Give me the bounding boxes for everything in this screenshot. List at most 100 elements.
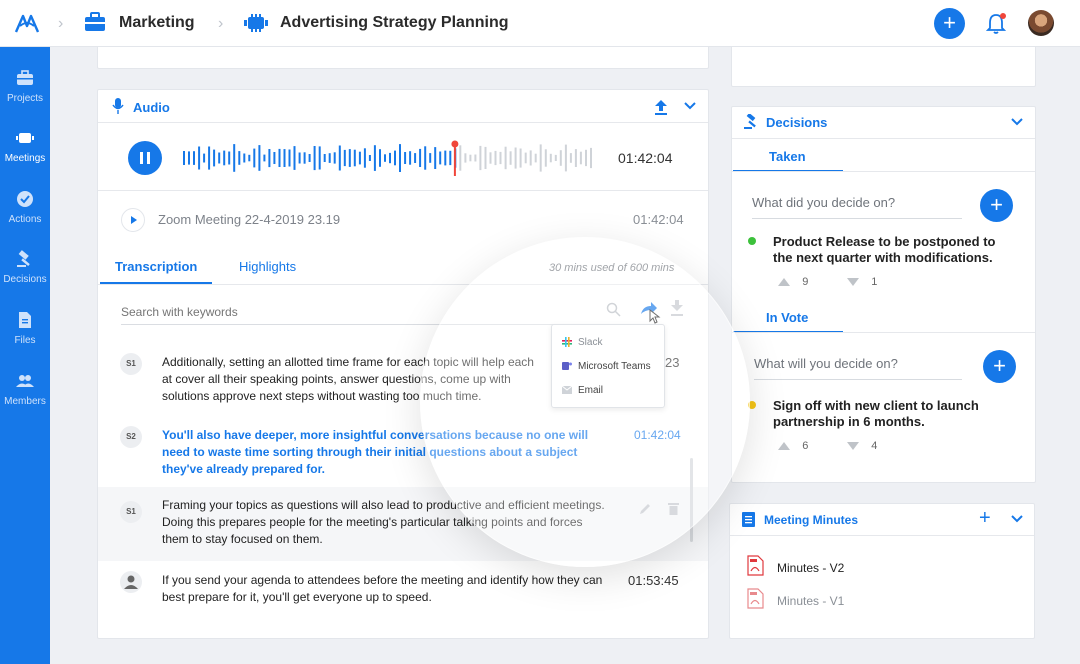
sidebar-item-files[interactable]: Files	[0, 311, 50, 346]
audio-title: Audio	[133, 100, 170, 115]
upload-icon[interactable]	[654, 99, 668, 115]
sidebar-item-members[interactable]: Members	[0, 372, 50, 407]
delete-icon[interactable]	[668, 502, 679, 515]
app-logo-icon[interactable]	[14, 12, 40, 36]
status-dot	[748, 237, 756, 245]
waveform-bar	[489, 152, 492, 164]
waveform-bar	[333, 152, 336, 164]
download-icon[interactable]	[670, 300, 684, 316]
playhead-line[interactable]	[453, 144, 456, 176]
waveform-bar	[554, 154, 557, 161]
waveform-bar	[539, 144, 542, 172]
waveform-bar	[248, 154, 251, 162]
recording-name[interactable]: Zoom Meeting 22-4-2019 23.19	[158, 212, 340, 227]
waveform-bar	[183, 151, 185, 165]
waveform-bar	[439, 151, 442, 165]
microsoft-teams-icon	[562, 362, 572, 370]
waveform-bar	[499, 151, 502, 165]
waveform-bar	[399, 144, 401, 172]
transcript-time[interactable]: 01:42:04	[634, 428, 681, 442]
waveform-bar	[459, 145, 462, 171]
speaker-badge: S2	[120, 426, 142, 448]
sidebar-item-decisions[interactable]: Decisions	[0, 250, 50, 285]
chevron-down-icon[interactable]	[1010, 514, 1024, 524]
decision-taken-input[interactable]: What did you decide on?	[752, 195, 962, 219]
decision-text[interactable]: Product Release to be postponed to the n…	[773, 234, 1003, 266]
waveform-bar	[559, 150, 562, 166]
share-option-slack[interactable]: Slack	[578, 337, 602, 348]
divider	[730, 535, 1034, 536]
transcript-time[interactable]: 01:53:45	[628, 573, 679, 588]
decision-vote-input[interactable]: What will you decide on?	[754, 356, 962, 380]
sidebar-item-actions[interactable]: Actions	[0, 190, 50, 225]
waveform-bar	[579, 151, 582, 165]
chevron-down-icon[interactable]	[1010, 117, 1024, 127]
waveform-bar	[379, 149, 381, 167]
search-icon[interactable]	[606, 302, 621, 317]
minutes-file[interactable]: Minutes - V2	[777, 561, 844, 575]
downvote-button[interactable]: 4	[847, 440, 877, 452]
decision-text[interactable]: Sign off with new client to launch partn…	[773, 398, 1003, 430]
tab-transcription[interactable]: Transcription	[115, 259, 197, 274]
downvote-count: 4	[871, 440, 878, 452]
play-recording-button[interactable]	[121, 208, 145, 232]
meeting-minutes-title: Meeting Minutes	[764, 513, 859, 527]
waveform-bar	[293, 146, 296, 170]
playhead-handle[interactable]	[451, 140, 459, 148]
waveform-bar	[203, 153, 206, 163]
recording-time: 01:42:04	[633, 212, 684, 227]
waveform-bar	[519, 148, 522, 168]
waveform-bar	[278, 148, 281, 167]
edit-icon[interactable]	[639, 502, 652, 515]
downvote-button[interactable]: 1	[847, 276, 877, 288]
share-option-email[interactable]: Email	[578, 385, 603, 396]
waveform-bar	[243, 153, 246, 163]
tab-in-vote[interactable]: In Vote	[766, 310, 808, 325]
breadcrumb-advertising-strategy[interactable]: Advertising Strategy Planning	[280, 14, 508, 32]
transcript-text[interactable]: Additionally, setting an allotted time f…	[162, 354, 547, 405]
user-avatar[interactable]	[1028, 10, 1054, 36]
downvote-count: 1	[871, 276, 878, 288]
waveform-bar	[494, 150, 497, 166]
add-vote-button[interactable]: +	[983, 350, 1016, 383]
upvote-button[interactable]: 6	[778, 440, 808, 452]
sidebar-item-label: Decisions	[3, 274, 47, 285]
scrollbar[interactable]	[690, 458, 693, 542]
share-option-teams[interactable]: Microsoft Teams	[578, 361, 651, 372]
add-decision-button[interactable]: +	[980, 189, 1013, 222]
breadcrumb-marketing[interactable]: Marketing	[119, 14, 195, 32]
email-icon	[562, 386, 572, 394]
pause-button[interactable]	[128, 141, 162, 175]
chevron-right-icon: ›	[58, 15, 64, 32]
add-button[interactable]: +	[934, 8, 965, 39]
waveform-bar	[368, 155, 371, 161]
waveform-bar	[524, 152, 527, 164]
waveform-bar	[464, 153, 467, 163]
tab-highlights[interactable]: Highlights	[239, 259, 296, 274]
sidebar-item-label: Actions	[8, 214, 42, 225]
upvote-button[interactable]: 9	[778, 276, 808, 288]
search-input[interactable]	[121, 300, 631, 325]
waveform-bar	[504, 146, 507, 170]
transcript-time[interactable]: 23	[665, 355, 679, 370]
transcript-text[interactable]: If you send your agenda to attendees bef…	[162, 572, 612, 606]
tab-taken[interactable]: Taken	[769, 149, 806, 164]
notification-dot	[1000, 13, 1006, 19]
waveform-bar	[569, 153, 572, 163]
audio-waveform[interactable]	[183, 140, 595, 176]
minutes-file[interactable]: Minutes - V1	[777, 594, 844, 608]
waveform-bar	[303, 152, 306, 164]
waveform-bar	[233, 144, 236, 172]
sidebar-item-projects[interactable]: Projects	[0, 69, 50, 104]
divider	[98, 284, 708, 285]
chevron-down-icon[interactable]	[683, 101, 697, 111]
sidebar-item-meetings[interactable]: Meetings	[0, 129, 50, 164]
transcript-text-highlighted[interactable]: You'll also have deeper, more insightful…	[162, 427, 602, 478]
members-icon	[16, 375, 34, 387]
waveform-bar	[298, 152, 301, 164]
waveform-bar	[509, 151, 512, 165]
add-minutes-button[interactable]: +	[979, 507, 991, 530]
transcript-text[interactable]: Framing your topics as questions will al…	[162, 497, 612, 548]
upvote-count: 6	[802, 440, 809, 452]
waveform-bar	[373, 145, 376, 171]
